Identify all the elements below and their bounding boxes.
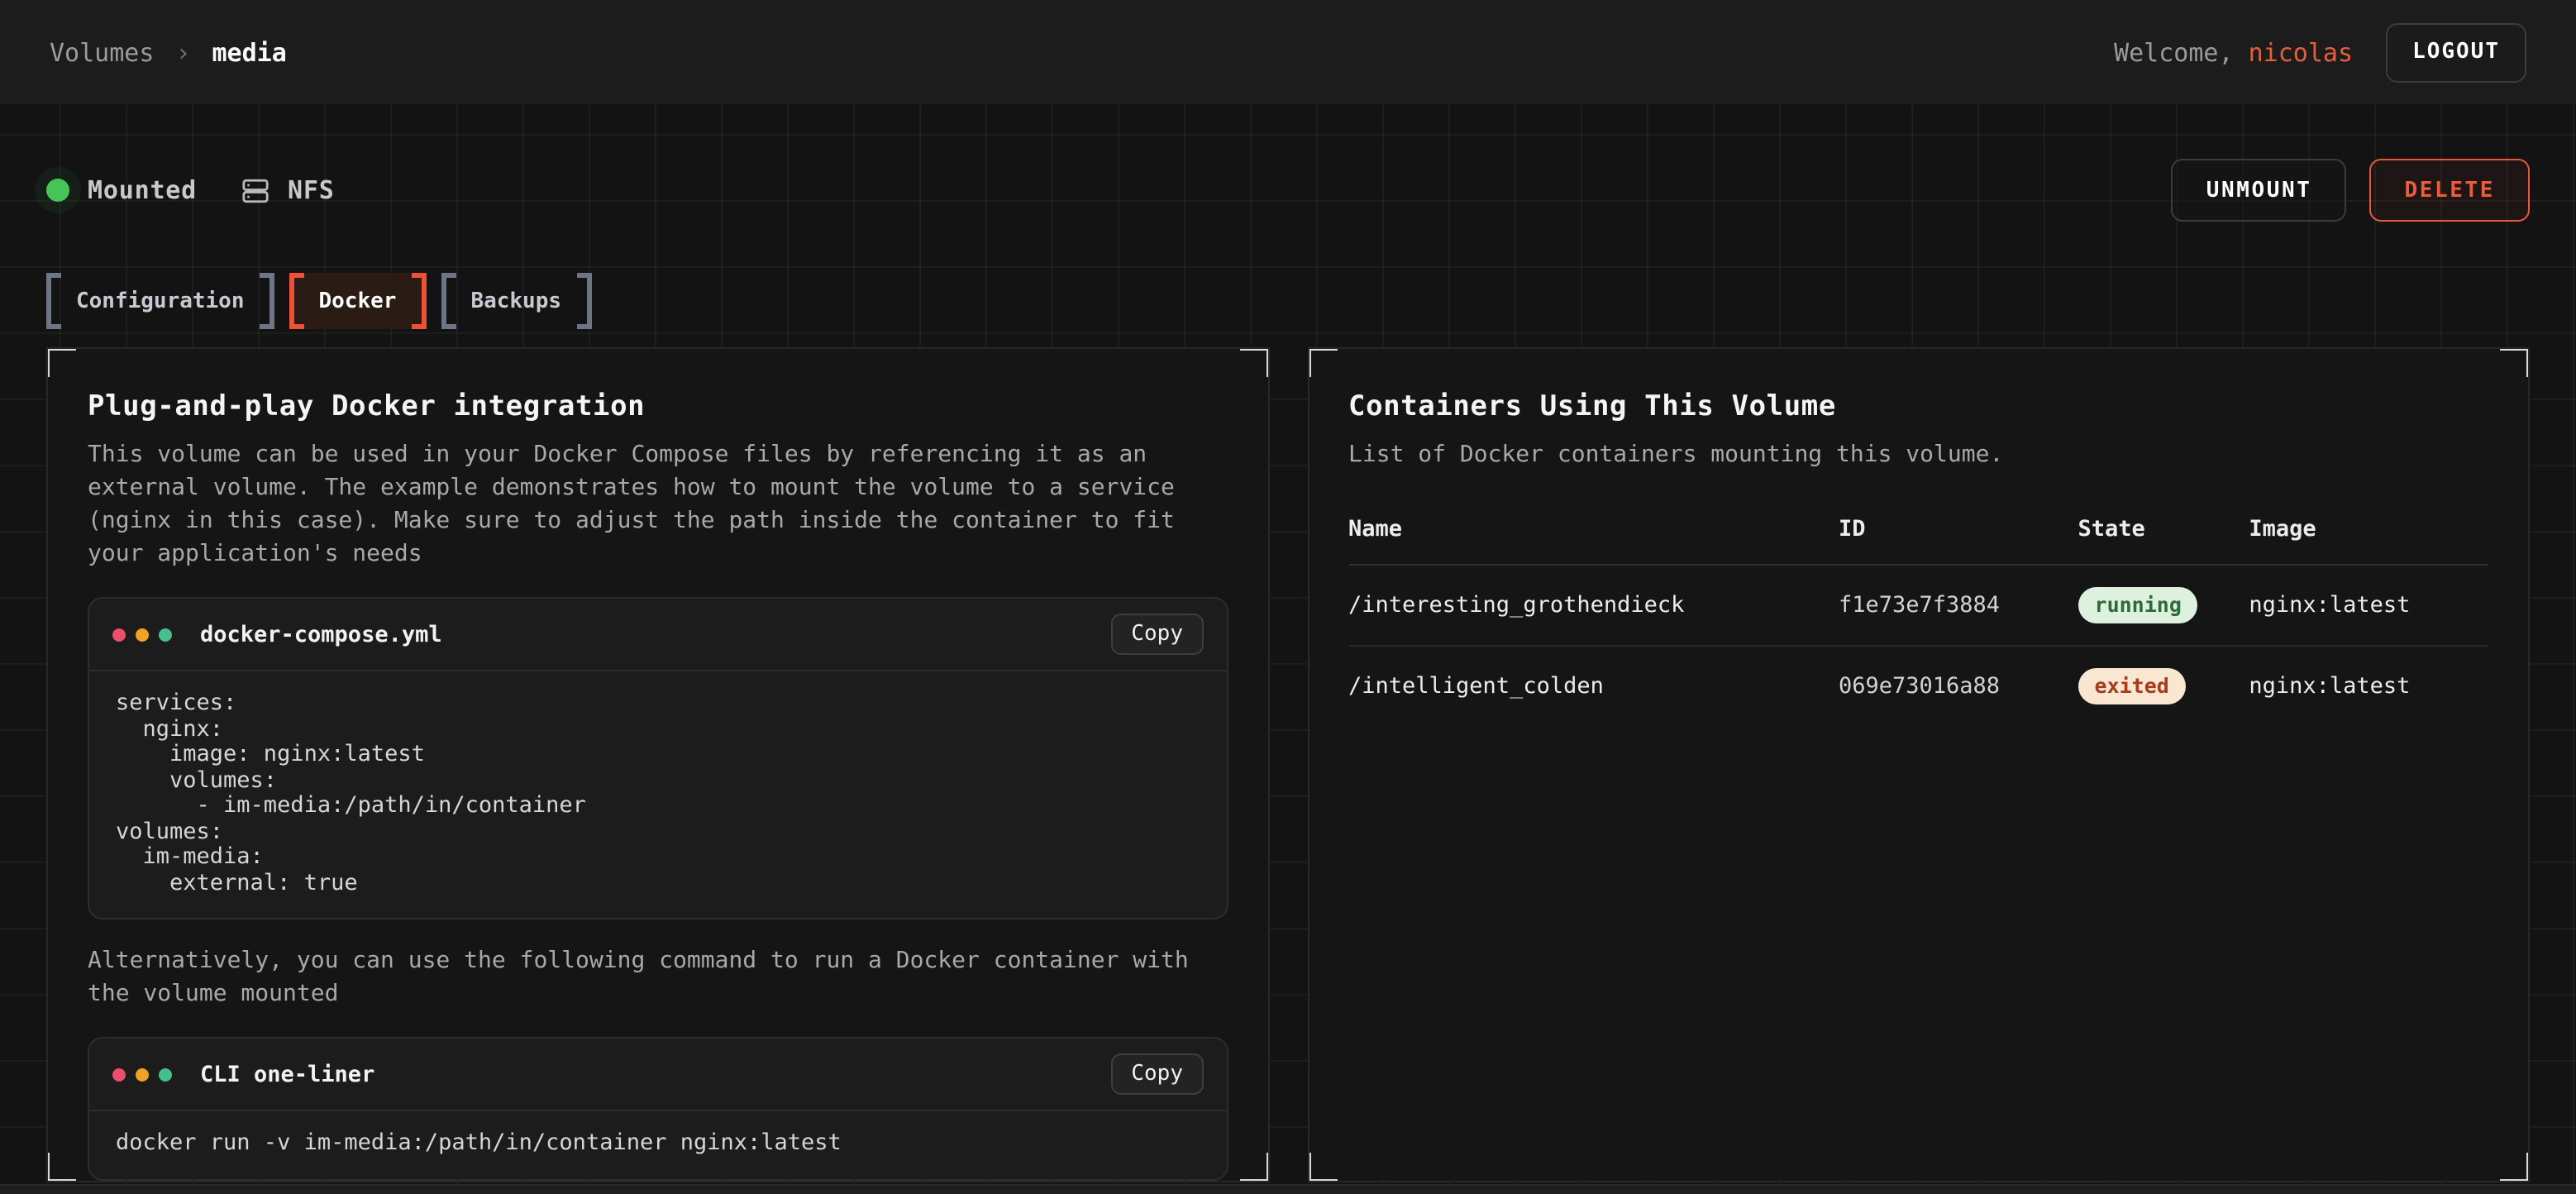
traffic-red-icon [112, 628, 126, 641]
traffic-lights-icon [112, 628, 172, 641]
tab-configuration-label: Configuration [76, 289, 245, 313]
cli-code-body: docker run -v im-media:/path/in/containe… [89, 1110, 1226, 1178]
container-id: f1e73e7f3884 [1839, 592, 2078, 618]
docker-integration-panel: Plug-and-play Docker integration This vo… [46, 347, 1269, 1182]
panel-corner-icon [1307, 347, 1337, 377]
server-stack-icon [241, 176, 270, 204]
tab-docker-label: Docker [319, 289, 397, 313]
compose-copy-button[interactable]: Copy [1111, 614, 1203, 655]
traffic-amber-icon [136, 1067, 149, 1081]
container-image: nginx:latest [2249, 592, 2488, 618]
panel-corner-icon [1307, 1153, 1337, 1182]
table-row: /intelligent_colden 069e73016a88 exited … [1348, 647, 2488, 726]
traffic-green-icon [159, 628, 172, 641]
panel-corner-icon [1239, 1153, 1269, 1182]
compose-code-header: docker-compose.yml Copy [89, 599, 1226, 670]
bottom-strip [0, 1184, 2576, 1194]
welcome-prefix: Welcome, [2114, 37, 2234, 67]
welcome-text: Welcome, nicolas [2114, 37, 2353, 67]
panel-corner-icon [46, 1153, 76, 1182]
app-root: Volumes › media Welcome, nicolas LOGOUT … [0, 0, 2576, 1194]
column-header-id: ID [1839, 516, 2078, 542]
compose-filename: docker-compose.yml [200, 621, 442, 647]
breadcrumb-current-volume: media [212, 37, 287, 67]
panel-corner-icon [2500, 1153, 2530, 1182]
volume-actions: UNMOUNT DELETE [2172, 159, 2530, 222]
containers-panel-subtitle: List of Docker containers mounting this … [1348, 438, 2488, 471]
container-name: /interesting_grothendieck [1348, 592, 1839, 618]
container-image: nginx:latest [2249, 673, 2488, 700]
volume-status-row: Mounted NFS UNMOUNT DELET [46, 104, 2530, 222]
cli-filename: CLI one-liner [200, 1061, 374, 1087]
cli-code-header: CLI one-liner Copy [89, 1039, 1226, 1110]
traffic-green-icon [159, 1067, 172, 1081]
mounted-status: Mounted [46, 175, 197, 205]
state-badge: exited [2078, 668, 2186, 704]
delete-button[interactable]: DELETE [2369, 159, 2530, 222]
main-area: Mounted NFS UNMOUNT DELET [0, 104, 2576, 1194]
unmount-button[interactable]: UNMOUNT [2172, 159, 2347, 222]
state-badge: running [2078, 587, 2198, 623]
table-header-row: Name ID State Image [1348, 516, 2488, 566]
topbar-right: Welcome, nicolas LOGOUT [2114, 22, 2526, 82]
docker-panel-title: Plug-and-play Docker integration [88, 389, 1228, 425]
compose-code-block: docker-compose.yml Copy services: nginx:… [88, 597, 1228, 919]
cli-code-text: docker run -v im-media:/path/in/containe… [116, 1131, 1200, 1157]
panel-corner-icon [46, 347, 76, 377]
mounted-status-dot-icon [46, 179, 69, 202]
driver-status: NFS [241, 175, 335, 205]
column-header-name: Name [1348, 516, 1839, 542]
containers-table: Name ID State Image /interesting_grothen… [1348, 516, 2488, 726]
traffic-lights-icon [112, 1067, 172, 1081]
tab-backups-label: Backups [470, 289, 561, 313]
compose-code-text: services: nginx: image: nginx:latest vol… [116, 691, 1200, 896]
column-header-image: Image [2249, 516, 2488, 542]
column-header-state: State [2078, 516, 2249, 542]
logout-button[interactable]: LOGOUT [2386, 22, 2526, 82]
mounted-status-label: Mounted [88, 175, 197, 205]
tab-configuration[interactable]: Configuration [46, 273, 274, 329]
container-name: /intelligent_colden [1348, 673, 1839, 700]
docker-panel-description: This volume can be used in your Docker C… [88, 438, 1228, 571]
cli-description: Alternatively, you can use the following… [88, 944, 1228, 1010]
chevron-right-icon: › [175, 37, 190, 67]
tab-bar: Configuration Docker Backups [46, 273, 2530, 329]
tab-docker[interactable]: Docker [289, 273, 427, 329]
cli-code-block: CLI one-liner Copy docker run -v im-medi… [88, 1037, 1228, 1180]
breadcrumb: Volumes › media [50, 37, 287, 67]
panels-row: Plug-and-play Docker integration This vo… [46, 347, 2530, 1182]
containers-panel-title: Containers Using This Volume [1348, 389, 2488, 425]
driver-label: NFS [288, 175, 335, 205]
containers-panel: Containers Using This Volume List of Doc… [1307, 347, 2530, 1182]
cli-copy-button[interactable]: Copy [1111, 1053, 1203, 1095]
traffic-red-icon [112, 1067, 126, 1081]
tab-backups[interactable]: Backups [441, 273, 591, 329]
table-row: /interesting_grothendieck f1e73e7f3884 r… [1348, 566, 2488, 647]
username: nicolas [2249, 37, 2353, 67]
panel-corner-icon [1239, 347, 1269, 377]
traffic-amber-icon [136, 628, 149, 641]
volume-status-indicators: Mounted NFS [46, 175, 335, 205]
topbar: Volumes › media Welcome, nicolas LOGOUT [0, 0, 2576, 104]
breadcrumb-volumes-link[interactable]: Volumes [50, 37, 154, 67]
compose-code-body: services: nginx: image: nginx:latest vol… [89, 670, 1226, 918]
panel-corner-icon [2500, 347, 2530, 377]
container-id: 069e73016a88 [1839, 673, 2078, 700]
